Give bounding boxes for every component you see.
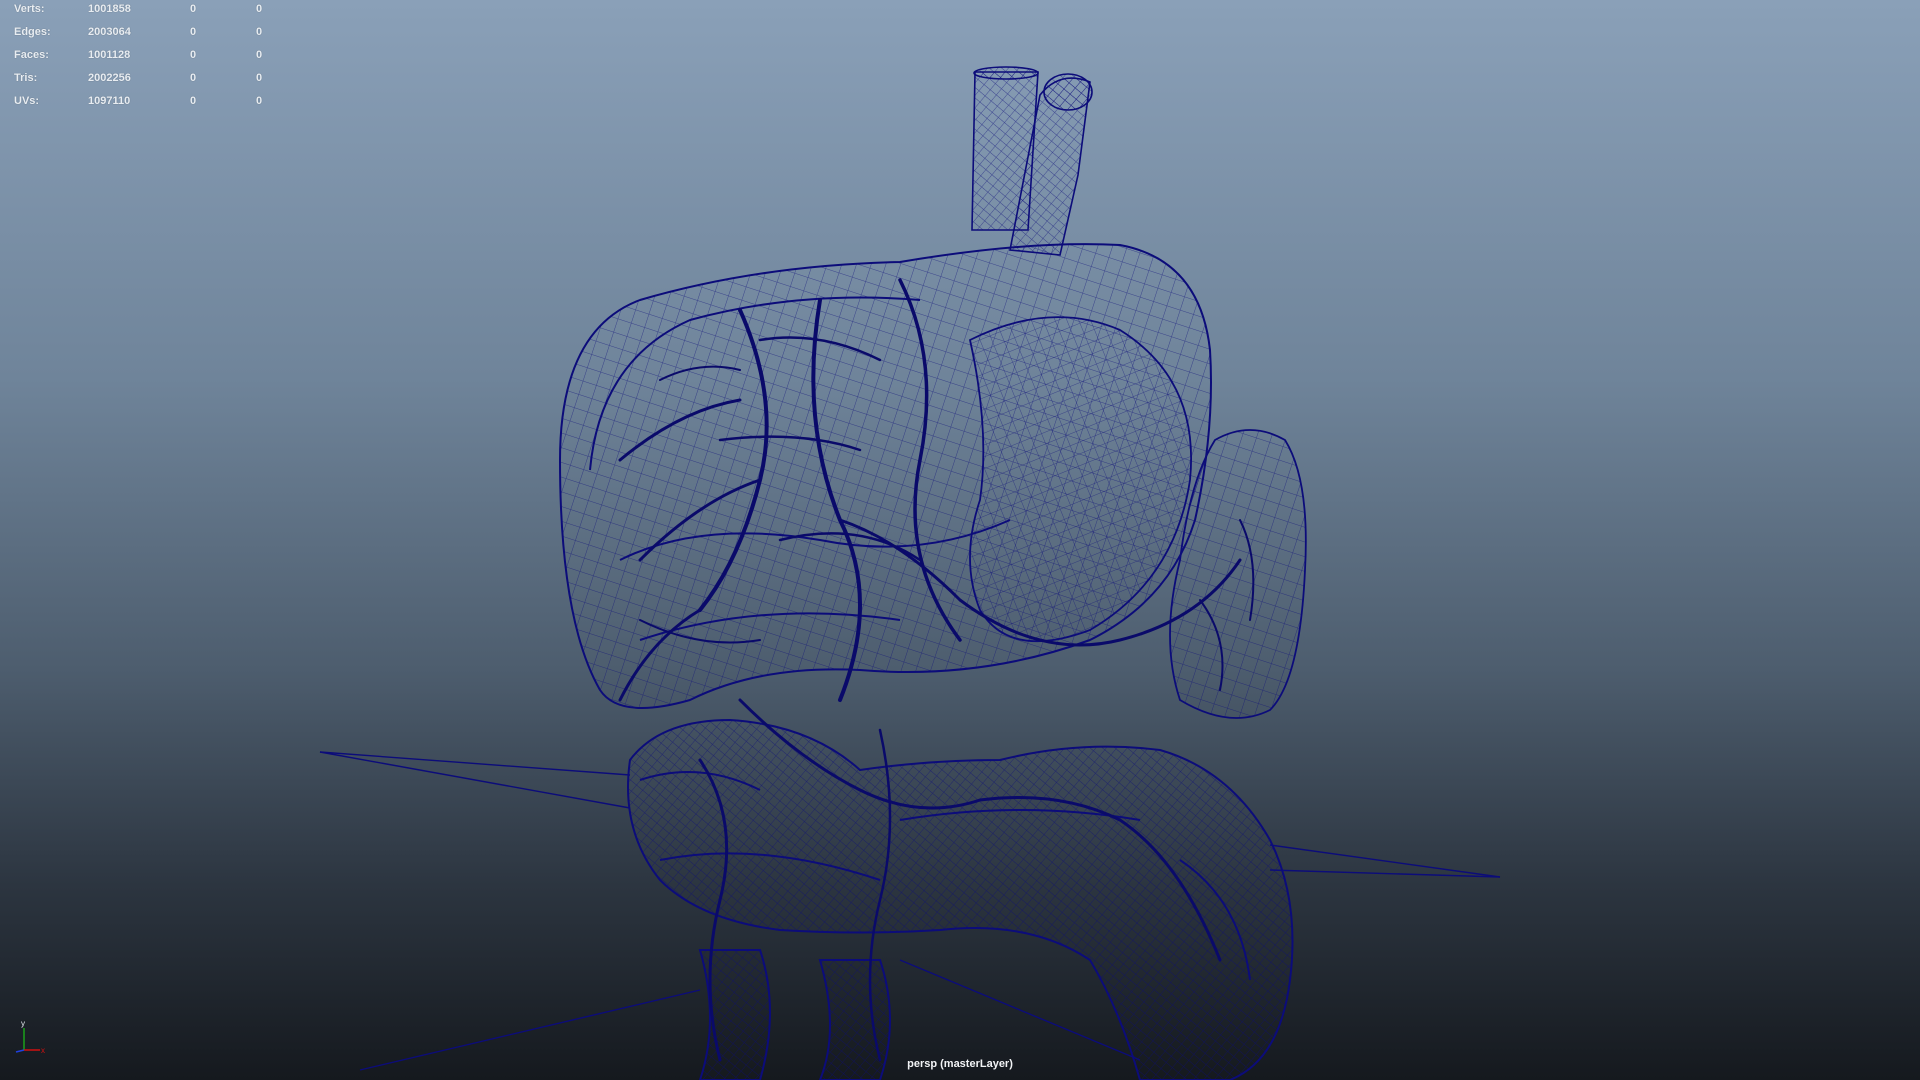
view-axis-gizmo: y x xyxy=(15,1019,45,1054)
hud-row-tris: Tris: 2002256 0 0 xyxy=(14,67,274,90)
hud-value-other: 0 xyxy=(256,3,263,15)
y-axis-label: y xyxy=(21,1019,25,1028)
hud-value-other: 0 xyxy=(256,49,263,61)
wireframe-organ-model[interactable] xyxy=(0,0,1920,1080)
hud-label: UVs: xyxy=(14,95,40,107)
hud-value-selected: 0 xyxy=(190,95,197,107)
z-axis-line xyxy=(15,1049,25,1053)
hud-value-selected: 0 xyxy=(190,49,197,61)
hud-value-selected: 0 xyxy=(190,3,197,15)
hud-label: Tris: xyxy=(14,72,38,84)
hud-label: Edges: xyxy=(14,26,51,38)
hud-label: Verts: xyxy=(14,3,45,15)
hud-value-total: 2002256 xyxy=(88,72,131,84)
hud-value-other: 0 xyxy=(256,72,263,84)
hud-value-total: 1001128 xyxy=(88,49,131,61)
hud-value-total: 1097110 xyxy=(88,95,131,107)
hud-value-total: 2003064 xyxy=(88,26,131,38)
trachea-tubes xyxy=(971,66,1093,256)
hud-row-faces: Faces: 1001128 0 0 xyxy=(14,44,274,67)
hud-label: Faces: xyxy=(14,49,49,61)
hud-value-selected: 0 xyxy=(190,72,197,84)
hud-value-selected: 0 xyxy=(190,26,197,38)
camera-name-label: persp (masterLayer) xyxy=(907,1058,1013,1070)
poly-count-hud: Verts: 1001858 0 0 Edges: 2003064 0 0 Fa… xyxy=(14,0,274,113)
maya-perspective-viewport[interactable]: Verts: 1001858 0 0 Edges: 2003064 0 0 Fa… xyxy=(0,0,1920,1080)
hud-row-edges: Edges: 2003064 0 0 xyxy=(14,21,274,44)
hud-value-total: 1001858 xyxy=(88,3,131,15)
hud-value-other: 0 xyxy=(256,26,263,38)
hud-value-other: 0 xyxy=(256,95,263,107)
hud-row-uvs: UVs: 1097110 0 0 xyxy=(14,90,274,113)
stomach-mesh xyxy=(968,316,1192,643)
hud-row-verts: Verts: 1001858 0 0 xyxy=(14,0,274,21)
x-axis-label: x xyxy=(41,1046,45,1054)
